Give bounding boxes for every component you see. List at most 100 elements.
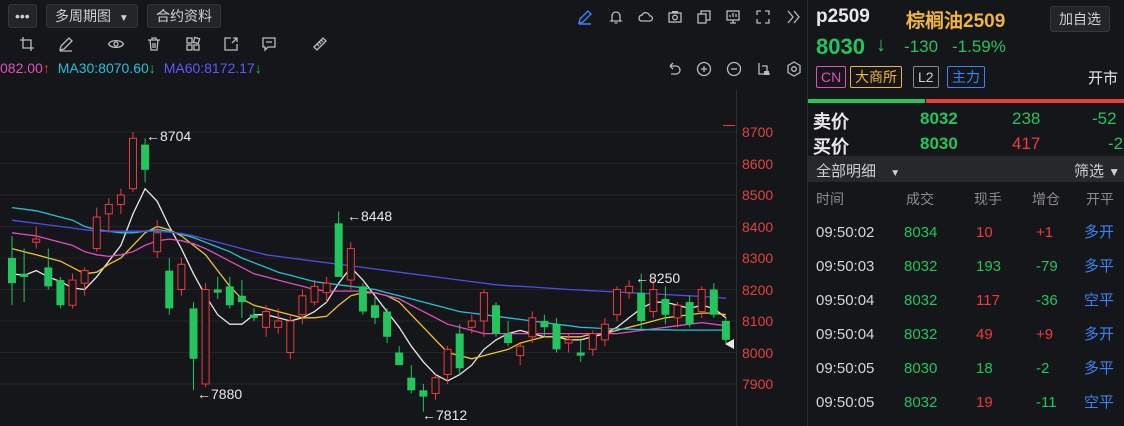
trade-time: 09:50:05 bbox=[816, 394, 875, 411]
multi-period-label: 多周期图 bbox=[55, 8, 111, 24]
candle bbox=[576, 339, 585, 362]
pencil-icon[interactable] bbox=[57, 35, 75, 53]
ma-partial-value: 082.00 bbox=[0, 60, 43, 76]
trade-price: 8030 bbox=[904, 360, 938, 377]
price-tick-label: 8700 bbox=[742, 124, 774, 140]
price-change-pct: -1.59% bbox=[952, 37, 1006, 56]
current-price-pointer-icon bbox=[725, 339, 734, 349]
col-volume: 现手 bbox=[974, 191, 1002, 207]
trade-price: 8034 bbox=[904, 224, 938, 241]
contract-info-button[interactable]: 合约资料 bbox=[147, 4, 221, 28]
multi-period-button[interactable]: 多周期图 ▼ bbox=[46, 4, 138, 28]
chevrons-right-icon[interactable] bbox=[784, 8, 802, 26]
candle bbox=[177, 258, 186, 296]
trade-row: 09:50:03 8032 193 -79 多平 bbox=[808, 250, 1124, 284]
copy-icon[interactable] bbox=[695, 8, 713, 26]
candle bbox=[443, 346, 452, 384]
ma60-value: MA60:8172.17 bbox=[163, 60, 255, 76]
candle bbox=[56, 276, 65, 309]
candle bbox=[250, 308, 258, 321]
pen-icon[interactable] bbox=[576, 8, 594, 26]
trade-volume: 49 bbox=[976, 326, 993, 343]
fullscreen-icon[interactable] bbox=[754, 8, 772, 26]
ask-label: 卖价 bbox=[813, 112, 849, 132]
bid-price: 8030 bbox=[920, 134, 958, 153]
trade-oi-change: +1 bbox=[1036, 224, 1054, 241]
trade-price: 8032 bbox=[904, 326, 938, 343]
ruler-icon[interactable] bbox=[311, 35, 329, 53]
candle bbox=[20, 248, 29, 303]
price-change: -130 bbox=[904, 37, 939, 56]
candle bbox=[262, 305, 271, 337]
trade-volume: 117 bbox=[976, 292, 1000, 309]
chevron-down-icon: ▼ bbox=[118, 13, 129, 24]
market-status: 开市 bbox=[1088, 70, 1119, 87]
price-axis-divider bbox=[736, 90, 737, 426]
candle bbox=[479, 289, 488, 337]
ask-strength-bar bbox=[926, 99, 1124, 103]
trade-oi-change: -79 bbox=[1036, 258, 1058, 275]
ma-partial-arrow-icon: ↑ bbox=[42, 60, 50, 76]
candlestick-chart[interactable] bbox=[0, 86, 806, 426]
trade-time: 09:50:04 bbox=[816, 292, 875, 309]
all-details-dropdown[interactable]: 全部明细 ▼ bbox=[816, 160, 900, 181]
price-down-arrow-icon: ↓ bbox=[876, 34, 886, 56]
monitor-icon[interactable] bbox=[724, 8, 742, 26]
candle bbox=[116, 188, 125, 214]
trade-time: 09:50:04 bbox=[816, 326, 875, 343]
candle bbox=[431, 374, 440, 400]
share-icon[interactable] bbox=[222, 35, 240, 53]
filter-button[interactable]: 筛选 ▼ bbox=[1074, 160, 1120, 181]
candle bbox=[552, 317, 561, 353]
trade-volume: 19 bbox=[976, 394, 993, 411]
trade-oi-change: -2 bbox=[1036, 360, 1050, 377]
candle bbox=[104, 198, 113, 233]
candle bbox=[492, 302, 500, 337]
candle bbox=[685, 295, 694, 328]
comment-icon[interactable] bbox=[260, 35, 278, 53]
price-tick-label: 8300 bbox=[742, 250, 774, 266]
col-oi-change: 增仓 bbox=[1032, 191, 1060, 207]
chevron-down-icon: ▼ bbox=[890, 168, 901, 179]
price-tick-label: 8500 bbox=[742, 187, 774, 203]
trade-type: 多开 bbox=[1084, 224, 1115, 241]
trade-oi-change: +9 bbox=[1036, 326, 1054, 343]
bid-change: -2 bbox=[1108, 134, 1124, 153]
settings-icon[interactable] bbox=[785, 60, 803, 78]
zoom-out-icon[interactable] bbox=[725, 60, 743, 78]
candle bbox=[92, 207, 101, 252]
last-price: 8030 bbox=[816, 34, 865, 59]
filter-label: 筛选 bbox=[1074, 163, 1105, 180]
candle bbox=[8, 235, 16, 306]
price-tick-label: 8200 bbox=[742, 281, 774, 298]
crop-icon[interactable] bbox=[18, 35, 36, 53]
trash-icon[interactable] bbox=[145, 35, 163, 53]
candle bbox=[189, 302, 198, 391]
candle bbox=[237, 280, 246, 318]
zoom-in-icon[interactable] bbox=[695, 60, 713, 78]
crop-chart-icon[interactable] bbox=[755, 60, 773, 78]
candle bbox=[709, 283, 718, 318]
eye-icon[interactable] bbox=[107, 35, 125, 53]
annotation-low-7880: ←7880 bbox=[197, 386, 243, 402]
candle bbox=[141, 138, 150, 183]
trade-row: 09:50:04 8032 117 -36 空平 bbox=[808, 284, 1124, 318]
trade-row: 09:50:04 8032 49 +9 多开 bbox=[808, 318, 1124, 352]
undo-icon[interactable] bbox=[665, 60, 683, 78]
candle bbox=[346, 242, 355, 290]
ma60-arrow-icon: ↓ bbox=[254, 60, 262, 76]
trade-price: 8032 bbox=[904, 292, 938, 309]
price-tick-label: 8100 bbox=[742, 313, 774, 329]
ask-price: 8032 bbox=[920, 109, 958, 128]
candle bbox=[334, 211, 343, 277]
camera-icon[interactable] bbox=[666, 8, 684, 26]
candle bbox=[625, 280, 634, 299]
layers-icon[interactable] bbox=[184, 35, 202, 53]
more-button[interactable]: ••• bbox=[8, 4, 37, 28]
trade-oi-change: -36 bbox=[1036, 292, 1058, 309]
quote-panel: p2509 棕榈油2509 加自选 8030 ↓ -130 -1.59% CN … bbox=[807, 0, 1124, 426]
bell-icon[interactable] bbox=[607, 8, 625, 26]
cloud-icon[interactable] bbox=[637, 8, 655, 26]
candle bbox=[673, 302, 682, 328]
add-watchlist-button[interactable]: 加自选 bbox=[1050, 6, 1110, 32]
